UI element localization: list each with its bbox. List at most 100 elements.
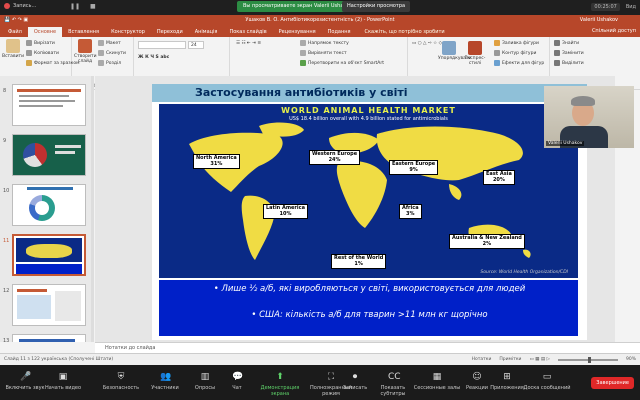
region-label: East Asia 20% (483, 170, 515, 185)
paste-button[interactable]: Вставити (2, 39, 24, 59)
participants-icon: 👥 (160, 372, 172, 382)
smartart-button[interactable]: Перетворити на об'єкт SmartArt (300, 60, 384, 66)
slide-thumbnail-13[interactable] (12, 334, 86, 342)
screen: Запись... ❚❚ ■ Вы просматриваете экран V… (0, 0, 640, 400)
comments-toggle[interactable]: Примітки (499, 354, 521, 365)
quick-access-icons[interactable]: 💾 ↶ ↷ ▣ (4, 15, 28, 25)
captions-button[interactable]: CC Показать субтитры (368, 369, 418, 397)
region-label: Western Europe 24% (309, 150, 361, 165)
status-slide-info: Слайд 11 з 122 українська (Сполучені Шта… (4, 357, 114, 362)
world-map-figure: WORLD ANIMAL HEALTH MARKET US$ 18.4 bill… (159, 104, 578, 278)
view-icons[interactable]: ▭ ▦ ▤ ▷ (529, 354, 550, 365)
find-button[interactable]: Знайти (554, 40, 579, 46)
smile-icon: ☺ (472, 372, 482, 382)
tab-review[interactable]: Рецензування (273, 27, 322, 37)
shape-fill-button[interactable]: Заливка фігури (494, 40, 539, 46)
share-screen-icon: ⬆ (276, 372, 284, 382)
share-screen-button[interactable]: ⬆ Демонстрация экрана (255, 369, 305, 397)
stop-icon[interactable]: ■ (90, 3, 96, 10)
slide-thumbnail-9[interactable] (12, 134, 86, 176)
font-name-box[interactable] (138, 41, 186, 49)
font-size-box[interactable]: 24 (188, 41, 204, 49)
bullet-1: • Лише ½ а/б, які виробляються у світі, … (213, 284, 526, 294)
end-meeting-button[interactable]: Завершение (591, 377, 634, 389)
recording-indicator: Запись... (4, 3, 36, 9)
status-bar: Слайд 11 з 122 українська (Сполучені Шта… (0, 353, 640, 365)
map-heading: WORLD ANIMAL HEALTH MARKET (281, 106, 456, 115)
tab-view[interactable]: Подання (322, 27, 357, 37)
record-icon: ⏺ (352, 372, 358, 382)
shape-outline-button[interactable]: Контур фігури (494, 50, 536, 56)
start-video-button[interactable]: ▣ Начать видео (38, 369, 88, 391)
slide-thumbnail-11[interactable] (12, 234, 86, 276)
slide-thumbnail-8[interactable] (12, 84, 86, 126)
align-text-button[interactable]: Вирівняти текст (300, 50, 347, 56)
tab-slideshow[interactable]: Показ слайдів (223, 27, 272, 37)
slide-title: Застосування антибіотиків у світі (195, 86, 408, 99)
arrange-button[interactable]: Упорядкувати (438, 41, 471, 61)
ppt-titlebar: 💾 ↶ ↷ ▣ Ушаков В. О. Антибіотикорезистен… (0, 15, 640, 25)
record-dot-icon (4, 3, 10, 9)
tell-me-search[interactable]: Скажіть, що потрібно зробити (357, 27, 445, 37)
breakout-icon: ▦ (432, 372, 442, 382)
slide-canvas: Застосування антибіотиків у світі WORLD … (95, 76, 615, 342)
zoom-top-bar: Запись... ❚❚ ■ Вы просматриваете экран V… (0, 0, 640, 15)
recording-label: Запись... (13, 3, 37, 9)
tab-home[interactable]: Основне (27, 27, 63, 37)
speaker-video[interactable]: Valerii Ushakov (544, 86, 634, 148)
new-slide-button[interactable]: Створити слайд (74, 39, 97, 64)
slide-thumbnail-12[interactable] (12, 284, 86, 326)
tab-animations[interactable]: Анімація (189, 27, 224, 37)
poll-icon: ▥ (200, 372, 210, 382)
text-direction-button[interactable]: Напрямок тексту (300, 40, 349, 46)
window-title: Ушаков В. О. Антибіотикорезистентність (… (245, 17, 395, 23)
shape-effects-button[interactable]: Ефекти для фігур (494, 60, 544, 66)
bullets-box: • Лише ½ а/б, які виробляються у світі, … (159, 280, 578, 336)
list-buttons[interactable]: ☰ ☷ ⇤ ⇥ ≡ (236, 41, 261, 46)
slide-thumbnail-10[interactable] (12, 184, 86, 226)
view-options-button[interactable]: Настройки просмотра (342, 1, 411, 12)
view-button[interactable]: Вид (626, 4, 636, 10)
microphone-icon: 🎤 (20, 372, 32, 382)
tab-insert[interactable]: Вставлення (62, 27, 105, 37)
quick-styles-button[interactable]: Експрес-стилі (464, 41, 486, 66)
region-label: Australia & New Zealand 2% (449, 234, 525, 249)
thumb-number: 11 (3, 238, 10, 244)
tab-file[interactable]: Файл (2, 27, 28, 37)
speaker-name: Valerii Ushakov (546, 141, 585, 146)
notes-toggle[interactable]: Нотатки (472, 354, 492, 365)
thumb-number: 8 (3, 88, 7, 94)
zoom-level[interactable]: 90% (626, 354, 636, 365)
region-label: Latin America 10% (263, 204, 308, 219)
thumbnails-scrollbar[interactable] (91, 76, 94, 342)
tab-design[interactable]: Конструктор (105, 27, 151, 37)
apps-icon: ⊞ (503, 372, 511, 382)
thumb-number: 13 (3, 338, 10, 342)
camera-icon: ▣ (58, 372, 68, 382)
font-style-buttons[interactable]: Ж К Ч S abc (138, 55, 169, 60)
pause-icon[interactable]: ❚❚ (70, 3, 80, 10)
layout-button[interactable]: Макет (98, 40, 121, 46)
section-button[interactable]: Розділ (98, 60, 121, 66)
bullet-2: • США: кількість а/б для тварин >11 млн … (251, 310, 488, 320)
security-button[interactable]: ⛨ Безопасность (96, 369, 146, 391)
copy-button[interactable]: Копіювати (26, 50, 59, 56)
world-map (189, 122, 531, 260)
region-label: North America 31% (193, 154, 240, 169)
zoom-slider[interactable] (557, 356, 618, 363)
tab-transitions[interactable]: Переходи (151, 27, 189, 37)
map-source: Source: World Health Organization/CDI (480, 270, 568, 275)
sharing-banner: Вы просматриваете экран Valerii Ushakov (237, 1, 359, 12)
share-button[interactable]: Спільний доступ (592, 26, 636, 36)
select-button[interactable]: Виділити (554, 60, 584, 66)
whiteboard-button[interactable]: ▭ Доска сообщений (522, 369, 572, 391)
current-slide: Застосування антибіотиків у світі WORLD … (152, 84, 587, 340)
cut-button[interactable]: Вирізати (26, 40, 55, 46)
thumb-number: 9 (3, 138, 7, 144)
reset-button[interactable]: Скинути (98, 50, 126, 56)
shield-icon: ⛨ (117, 372, 125, 382)
replace-button[interactable]: Замінити (554, 50, 584, 56)
chat-icon: 💬 (232, 372, 244, 382)
notes-pane[interactable]: Нотатки до слайда (95, 342, 640, 353)
whiteboard-icon: ▭ (542, 372, 552, 382)
